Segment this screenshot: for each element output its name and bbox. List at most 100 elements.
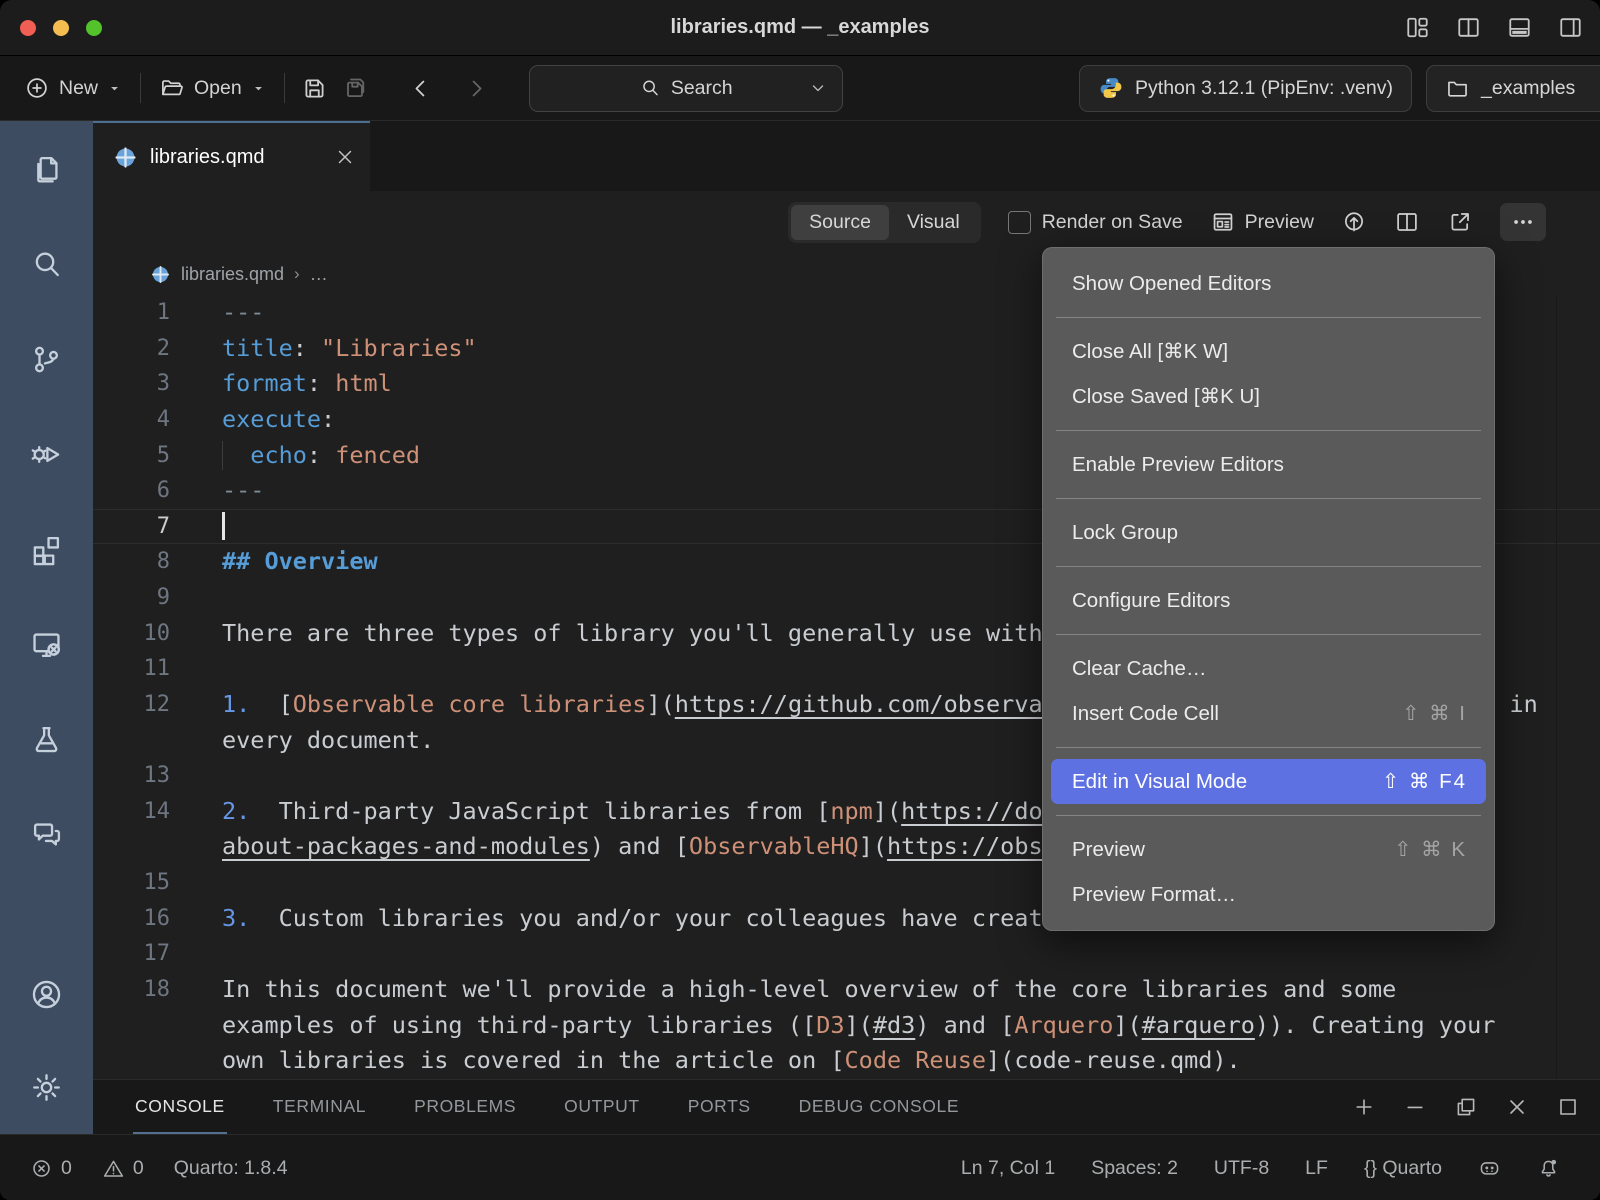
menu-separator — [1056, 747, 1481, 748]
menu-item-close-saved-k-u[interactable]: Close Saved [⌘K U] — [1042, 374, 1495, 419]
save-all-button[interactable] — [335, 68, 375, 108]
bell-icon — [1537, 1157, 1560, 1180]
new-button[interactable]: New — [16, 66, 130, 110]
activity-search-icon[interactable] — [29, 247, 64, 282]
panel-tab-ports[interactable]: PORTS — [686, 1080, 753, 1134]
preview-button[interactable]: Preview — [1210, 209, 1314, 235]
activity-comments-icon[interactable] — [29, 817, 64, 852]
render-on-save[interactable]: Render on Save — [1008, 211, 1183, 234]
caret-down-icon — [251, 81, 266, 96]
menu-item-edit-in-visual-mode[interactable]: Edit in Visual Mode⇧ ⌘ F4 — [1051, 759, 1486, 804]
activity-testing-icon[interactable] — [29, 722, 64, 757]
panel-bottom-icon[interactable] — [1506, 14, 1533, 41]
activity-settings-icon[interactable] — [29, 1070, 64, 1105]
code-token: format — [222, 369, 307, 397]
save-button[interactable] — [295, 68, 335, 108]
close-tab-icon[interactable] — [334, 146, 356, 168]
code-line-content[interactable] — [170, 936, 1600, 972]
menu-item-preview[interactable]: Preview⇧ ⌘ K — [1042, 827, 1495, 872]
activity-run-debug-icon[interactable] — [29, 437, 64, 472]
code-token: execute — [222, 405, 321, 433]
breadcrumb-file[interactable]: libraries.qmd — [181, 264, 284, 285]
split-editor-view-icon[interactable] — [1455, 14, 1482, 41]
search-box[interactable]: Search — [529, 65, 843, 112]
status-item-copilot[interactable] — [1478, 1157, 1501, 1180]
navigate-back-button[interactable] — [401, 68, 441, 108]
open-button[interactable]: Open — [151, 66, 274, 110]
render-icon[interactable] — [1341, 209, 1367, 235]
panel-close-icon[interactable] — [1505, 1095, 1529, 1119]
customize-layout-icon[interactable] — [1404, 14, 1431, 41]
code-line-18[interactable]: 18In this document we'll provide a high-… — [93, 972, 1600, 1008]
close-window-button[interactable] — [20, 20, 36, 36]
code-token: Observable core libraries — [293, 690, 647, 718]
minimize-window-button[interactable] — [53, 20, 69, 36]
activity-extensions-icon[interactable] — [29, 532, 64, 567]
menu-item-enable-preview-editors[interactable]: Enable Preview Editors — [1042, 442, 1495, 487]
menu-item-label: Preview — [1072, 838, 1145, 862]
code-token: own libraries is covered in the article … — [222, 1046, 830, 1074]
activity-source-control-icon[interactable] — [29, 342, 64, 377]
preview-icon — [1210, 209, 1236, 235]
interpreter-selector[interactable]: Python 3.12.1 (PipEnv: .venv) — [1079, 65, 1412, 112]
project-button[interactable]: _examples — [1426, 65, 1600, 112]
status-item-utf-8[interactable]: UTF-8 — [1214, 1157, 1269, 1180]
status-item-ln-7-col-1[interactable]: Ln 7, Col 1 — [961, 1157, 1055, 1180]
menu-item-preview-format[interactable]: Preview Format… — [1042, 872, 1495, 917]
activity-account-icon[interactable] — [29, 977, 64, 1012]
panel-tab-console[interactable]: CONSOLE — [133, 1080, 227, 1134]
code-line-wrap[interactable]: own libraries is covered in the article … — [93, 1043, 1600, 1079]
code-line-content[interactable]: In this document we'll provide a high-le… — [170, 972, 1600, 1008]
code-token: [ — [830, 1046, 844, 1074]
open-in-new-window-icon[interactable] — [1447, 209, 1473, 235]
menu-item-close-all-k-w[interactable]: Close All [⌘K W] — [1042, 329, 1495, 374]
status-item-label: {} Quarto — [1364, 1157, 1442, 1180]
panel-tab-debug-console[interactable]: DEBUG CONSOLE — [797, 1080, 961, 1134]
menu-item-lock-group[interactable]: Lock Group — [1042, 510, 1495, 555]
status-item-spaces-2[interactable]: Spaces: 2 — [1091, 1157, 1178, 1180]
folder-icon — [1445, 76, 1470, 101]
zoom-window-button[interactable] — [86, 20, 102, 36]
code-token: --- — [222, 298, 264, 326]
panel-tab-output[interactable]: OUTPUT — [562, 1080, 642, 1134]
line-number: 3 — [93, 366, 170, 402]
code-token: [ — [279, 690, 293, 718]
breadcrumb-more[interactable]: … — [310, 264, 328, 285]
panel-square-icon[interactable] — [1556, 1095, 1580, 1119]
menu-item-show-opened-editors[interactable]: Show Opened Editors — [1042, 261, 1495, 306]
panel-tab-problems[interactable]: PROBLEMS — [412, 1080, 518, 1134]
panel-restore-icon[interactable] — [1454, 1095, 1478, 1119]
panel-plus-icon[interactable] — [1352, 1095, 1376, 1119]
status-item-bell[interactable] — [1537, 1157, 1560, 1180]
visual-mode-button[interactable]: Visual — [889, 205, 978, 240]
split-editor-icon[interactable] — [1394, 209, 1420, 235]
line-number: 1 — [93, 295, 170, 331]
panel-dash-icon[interactable] — [1403, 1095, 1427, 1119]
menu-separator — [1056, 815, 1481, 816]
code-line-content[interactable]: own libraries is covered in the article … — [170, 1043, 1600, 1079]
activity-explorer-icon[interactable] — [29, 152, 64, 187]
save-icon — [301, 75, 328, 102]
status-item-0[interactable]: 0 — [30, 1157, 72, 1180]
code-line-content[interactable]: examples of using third-party libraries … — [170, 1008, 1600, 1044]
navigate-forward-button[interactable] — [457, 68, 497, 108]
code-line-17[interactable]: 17 — [93, 936, 1600, 972]
activity-sessions-icon[interactable] — [29, 627, 64, 662]
panel-tab-terminal[interactable]: TERMINAL — [271, 1080, 368, 1134]
more-actions-button[interactable] — [1500, 203, 1546, 241]
render-on-save-checkbox[interactable] — [1008, 211, 1031, 234]
status-item-quarto[interactable]: {} Quarto — [1364, 1157, 1442, 1180]
source-mode-button[interactable]: Source — [791, 205, 889, 240]
line-number: 12 — [93, 687, 170, 723]
code-token: and — [604, 832, 675, 860]
menu-item-clear-cache[interactable]: Clear Cache… — [1042, 646, 1495, 691]
status-item-quarto-1-8-4[interactable]: Quarto: 1.8.4 — [174, 1157, 288, 1180]
status-item-0[interactable]: 0 — [102, 1157, 144, 1180]
code-line-wrap[interactable]: examples of using third-party libraries … — [93, 1008, 1600, 1044]
secondary-sidebar-icon[interactable] — [1557, 14, 1584, 41]
status-item-lf[interactable]: LF — [1305, 1157, 1328, 1180]
menu-item-insert-code-cell[interactable]: Insert Code Cell⇧ ⌘ I — [1042, 691, 1495, 736]
menu-item-configure-editors[interactable]: Configure Editors — [1042, 578, 1495, 623]
code-token: : — [293, 334, 321, 362]
tab-libraries-qmd[interactable]: libraries.qmd — [93, 121, 370, 191]
